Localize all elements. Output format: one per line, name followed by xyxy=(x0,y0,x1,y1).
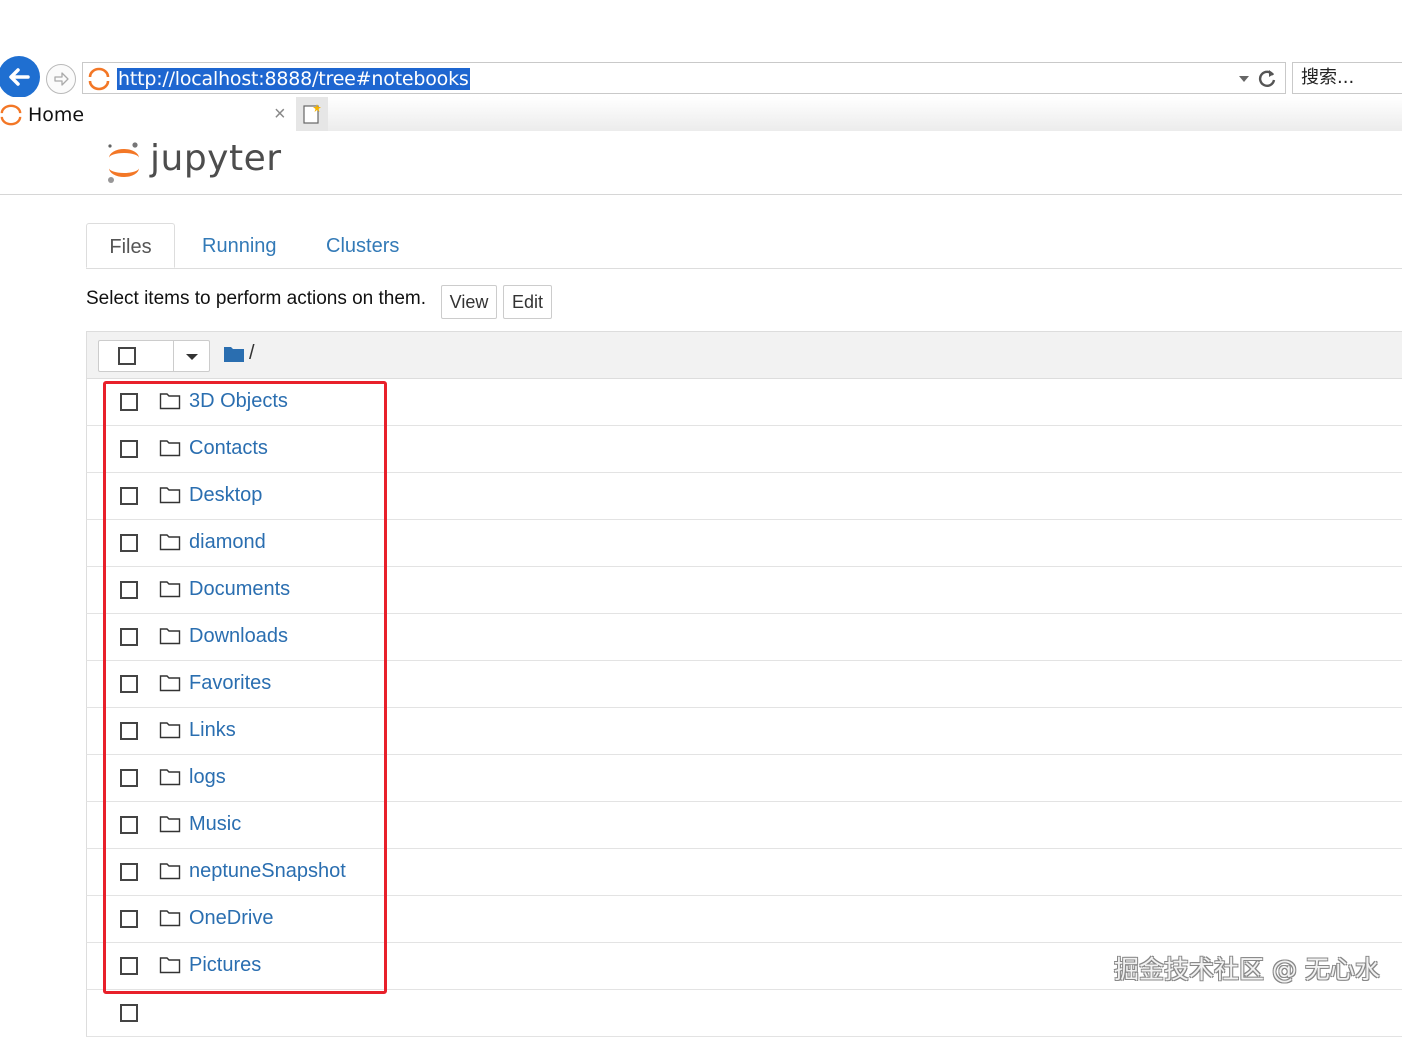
folder-link[interactable]: Documents xyxy=(189,578,290,601)
browser-tab-strip: Home × xyxy=(0,97,1402,132)
folder-icon xyxy=(159,628,181,645)
row-checkbox[interactable] xyxy=(120,581,138,599)
row-checkbox[interactable] xyxy=(120,816,138,834)
folder-link[interactable]: Links xyxy=(189,719,236,742)
folder-icon xyxy=(159,816,181,833)
folder-link[interactable]: Contacts xyxy=(189,437,268,460)
row-checkbox[interactable] xyxy=(120,675,138,693)
row-checkbox[interactable] xyxy=(120,957,138,975)
row-checkbox[interactable] xyxy=(120,628,138,646)
file-list-header: / xyxy=(86,331,1402,379)
edit-button[interactable]: Edit xyxy=(503,285,552,319)
list-item-partial[interactable] xyxy=(86,990,1402,1037)
jupyter-logo-icon[interactable] xyxy=(104,140,144,184)
folder-link[interactable]: logs xyxy=(189,766,226,789)
chevron-down-icon[interactable] xyxy=(186,354,198,360)
folder-link[interactable]: Music xyxy=(189,813,241,836)
folder-icon xyxy=(159,863,181,880)
row-checkbox[interactable] xyxy=(120,910,138,928)
folder-icon xyxy=(159,769,181,786)
folder-icon xyxy=(159,440,181,457)
tab-running[interactable]: Running xyxy=(202,223,277,267)
chevron-down-icon[interactable] xyxy=(1239,76,1249,82)
search-input[interactable]: 搜索... xyxy=(1292,62,1402,94)
folder-link[interactable]: Downloads xyxy=(189,625,288,648)
jupyter-header: jupyter xyxy=(0,132,1402,195)
list-item[interactable]: diamond xyxy=(86,520,1402,567)
folder-icon xyxy=(159,910,181,927)
row-checkbox[interactable] xyxy=(120,534,138,552)
jupyter-wordmark[interactable]: jupyter xyxy=(150,138,282,179)
folder-icon xyxy=(159,534,181,551)
folder-icon xyxy=(159,722,181,739)
list-item[interactable]: Favorites xyxy=(86,661,1402,708)
back-button[interactable] xyxy=(0,56,40,98)
folder-icon xyxy=(159,957,181,974)
jupyter-favicon-icon xyxy=(88,67,110,91)
refresh-icon[interactable] xyxy=(1255,66,1279,90)
arrow-right-icon xyxy=(54,72,69,86)
folder-icon xyxy=(159,487,181,504)
file-list: 3D Objects Contacts Desktop diamond Docu… xyxy=(86,379,1402,1037)
view-button[interactable]: View xyxy=(441,285,497,319)
tab-strip-empty-area xyxy=(328,97,1402,131)
jupyter-favicon-icon xyxy=(0,104,22,126)
folder-icon xyxy=(159,581,181,598)
list-item[interactable]: Desktop xyxy=(86,473,1402,520)
row-checkbox[interactable] xyxy=(120,722,138,740)
folder-link[interactable]: Favorites xyxy=(189,672,271,695)
new-tab-icon xyxy=(303,104,321,124)
select-divider xyxy=(173,341,174,371)
new-tab-button[interactable] xyxy=(296,97,328,131)
list-item[interactable]: OneDrive xyxy=(86,896,1402,943)
folder-icon[interactable] xyxy=(223,344,245,364)
list-item[interactable]: Downloads xyxy=(86,614,1402,661)
list-item[interactable]: neptuneSnapshot xyxy=(86,849,1402,896)
folder-link[interactable]: OneDrive xyxy=(189,907,273,930)
folder-link[interactable]: Pictures xyxy=(189,954,261,977)
select-all-checkbox[interactable] xyxy=(118,347,136,365)
browser-tab-title: Home xyxy=(28,104,85,126)
row-checkbox[interactable] xyxy=(120,440,138,458)
list-item[interactable]: Contacts xyxy=(86,426,1402,473)
tab-files-label: Files xyxy=(109,236,152,258)
list-item[interactable]: Music xyxy=(86,802,1402,849)
browser-top-area xyxy=(0,0,1402,58)
row-checkbox[interactable] xyxy=(120,393,138,411)
close-icon[interactable]: × xyxy=(274,103,286,126)
select-all-control[interactable] xyxy=(98,340,210,372)
folder-link[interactable]: 3D Objects xyxy=(189,390,288,413)
tab-files[interactable]: Files xyxy=(86,223,175,268)
tab-running-label: Running xyxy=(202,235,277,257)
watermark: 掘金技术社区 @ 无心水 xyxy=(1114,955,1380,984)
folder-link[interactable]: diamond xyxy=(189,531,266,554)
folder-icon xyxy=(159,675,181,692)
list-item[interactable]: logs xyxy=(86,755,1402,802)
row-checkbox[interactable] xyxy=(120,487,138,505)
list-item[interactable]: Links xyxy=(86,708,1402,755)
row-checkbox[interactable] xyxy=(120,863,138,881)
row-checkbox[interactable] xyxy=(120,769,138,787)
list-item[interactable]: Documents xyxy=(86,567,1402,614)
url-text[interactable]: http://localhost:8888/tree#notebooks xyxy=(117,68,470,90)
folder-icon xyxy=(159,393,181,410)
folder-link[interactable]: neptuneSnapshot xyxy=(189,860,346,883)
folder-link[interactable]: Desktop xyxy=(189,484,262,507)
dashboard-tabs: Files Running Clusters xyxy=(86,223,1402,269)
forward-button[interactable] xyxy=(46,64,76,94)
tab-clusters-label: Clusters xyxy=(326,235,400,257)
selection-hint: Select items to perform actions on them. xyxy=(86,288,427,309)
browser-tab-home[interactable]: Home × xyxy=(0,97,294,132)
arrow-left-icon xyxy=(9,68,30,86)
breadcrumb-root[interactable]: / xyxy=(249,342,255,365)
list-item[interactable]: 3D Objects xyxy=(86,379,1402,426)
tab-clusters[interactable]: Clusters xyxy=(326,223,399,267)
address-bar[interactable]: http://localhost:8888/tree#notebooks xyxy=(82,62,1286,94)
